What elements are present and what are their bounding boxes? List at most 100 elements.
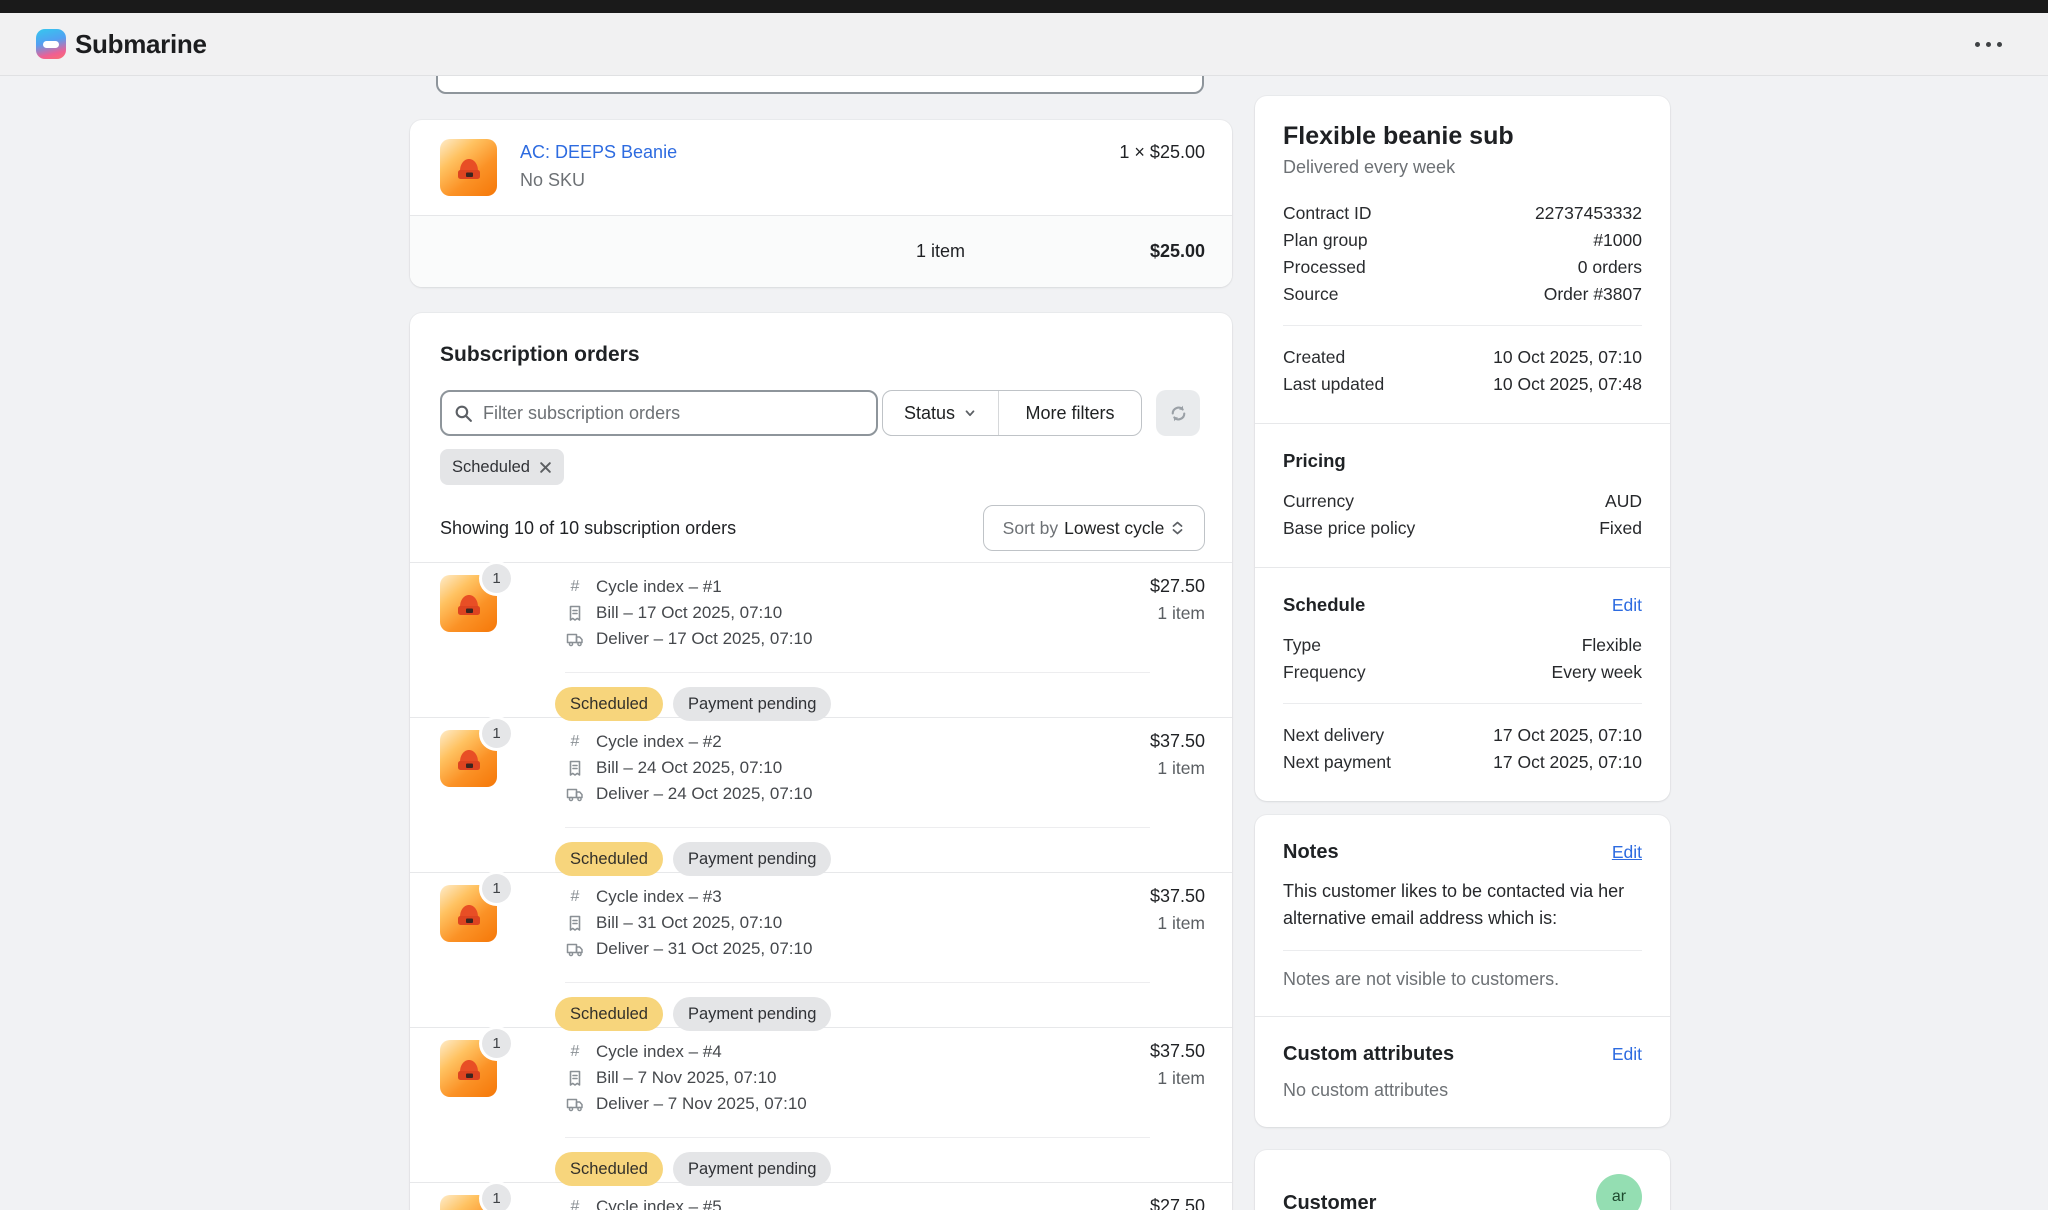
order-item-count: 1 item: [1157, 758, 1205, 779]
subscription-order-row[interactable]: 1 # Cycle index – #4 Bill – 7 Nov 2025, …: [410, 1040, 1232, 1182]
processed-value: 0 orders: [1578, 254, 1642, 280]
plan-group-label: Plan group: [1283, 227, 1368, 253]
status-filter-button[interactable]: Status: [883, 391, 999, 435]
row-subdivider: [565, 1137, 1150, 1138]
schedule-section: Schedule Edit Type Flexible Frequency Ev…: [1255, 567, 1670, 801]
subscription-order-row[interactable]: 1 # Cycle index – #1 Bill – 17 Oct 2025,…: [410, 575, 1232, 717]
overflow-menu-button[interactable]: [1965, 32, 2012, 57]
beanie-image: [450, 585, 488, 623]
beanie-image: [450, 149, 488, 187]
receipt-icon: [565, 605, 585, 622]
deliver-date-text: Deliver – 31 Oct 2025, 07:10: [596, 939, 812, 959]
frequency-label: Frequency: [1283, 659, 1366, 685]
os-top-bar: [0, 0, 2048, 13]
more-filters-button[interactable]: More filters: [999, 391, 1141, 435]
schedule-title: Schedule: [1283, 594, 1365, 616]
contract-id-label: Contract ID: [1283, 200, 1372, 226]
order-price: $27.50: [1150, 576, 1205, 597]
filter-search-field[interactable]: [440, 390, 878, 436]
next-delivery-row: Next delivery 17 Oct 2025, 07:10: [1283, 722, 1642, 748]
bill-date-line: Bill – 17 Oct 2025, 07:10: [565, 601, 782, 625]
filter-search-input[interactable]: [483, 403, 864, 424]
chevron-down-icon: [963, 406, 977, 420]
refresh-button[interactable]: [1156, 390, 1200, 436]
line-item-card: AC: DEEPS Beanie No SKU 1 × $25.00 1 ite…: [410, 120, 1232, 287]
app-header: Submarine: [0, 13, 2048, 76]
customer-avatar[interactable]: ar: [1596, 1174, 1642, 1210]
product-sku: No SKU: [520, 170, 585, 191]
contract-id-row: Contract ID 22737453332: [1283, 200, 1642, 226]
plan-group-link[interactable]: #1000: [1593, 227, 1642, 253]
deliver-date-line: Deliver – 31 Oct 2025, 07:10: [565, 937, 812, 961]
hash-icon: #: [565, 1198, 585, 1210]
subscription-order-row[interactable]: 1 # Cycle index – #2 Bill – 24 Oct 2025,…: [410, 730, 1232, 872]
active-filter-tag[interactable]: Scheduled: [440, 449, 564, 485]
next-delivery-label: Next delivery: [1283, 722, 1384, 748]
schedule-edit-link[interactable]: Edit: [1612, 595, 1642, 616]
cycle-index-text: Cycle index – #1: [596, 577, 722, 597]
notes-edit-link[interactable]: Edit: [1612, 842, 1642, 863]
contract-id-value: 22737453332: [1535, 200, 1642, 226]
line-item-row: AC: DEEPS Beanie No SKU 1 × $25.00: [410, 120, 1232, 215]
order-price: $37.50: [1150, 731, 1205, 752]
sort-updown-icon: [1170, 520, 1185, 536]
sort-select[interactable]: Sort by Lowest cycle: [983, 505, 1205, 551]
pricing-title: Pricing: [1283, 450, 1346, 472]
cycle-index-line: # Cycle index – #3: [565, 885, 722, 909]
base-price-label: Base price policy: [1283, 515, 1415, 541]
close-icon: [539, 461, 552, 474]
bill-date-text: Bill – 31 Oct 2025, 07:10: [596, 913, 782, 933]
bill-date-line: Bill – 24 Oct 2025, 07:10: [565, 756, 782, 780]
line-item-summary: 1 item $25.00: [410, 215, 1232, 287]
custom-attributes-edit-link[interactable]: Edit: [1612, 1044, 1642, 1065]
source-label: Source: [1283, 281, 1338, 307]
receipt-icon: [565, 915, 585, 932]
subscription-order-row[interactable]: 1 # Cycle index – #3 Bill – 31 Oct 2025,…: [410, 885, 1232, 1027]
frequency-row: Frequency Every week: [1283, 659, 1642, 685]
order-item-count: 1 item: [1157, 1068, 1205, 1089]
hash-icon: #: [565, 1043, 585, 1061]
type-label: Type: [1283, 632, 1321, 658]
notes-card: Notes Edit This customer likes to be con…: [1255, 815, 1670, 1127]
orders-card-title: Subscription orders: [440, 343, 640, 367]
sort-value: Lowest cycle: [1064, 518, 1164, 539]
updated-label: Last updated: [1283, 371, 1384, 397]
customer-card: Customer ar: [1255, 1150, 1670, 1210]
beanie-image: [450, 1205, 488, 1210]
updated-value: 10 Oct 2025, 07:48: [1493, 371, 1642, 397]
truck-icon: [565, 1097, 585, 1112]
row-subdivider: [565, 982, 1150, 983]
sort-prefix: Sort by: [1003, 518, 1058, 539]
order-price: $37.50: [1150, 1041, 1205, 1062]
note-text: This customer likes to be contacted via …: [1283, 878, 1642, 932]
payment-status-badge: Payment pending: [673, 842, 831, 876]
subscription-order-row[interactable]: 1 # Cycle index – #5 $27.50: [410, 1195, 1232, 1210]
source-order-link[interactable]: Order #3807: [1544, 281, 1642, 307]
quantity-badge: 1: [482, 1029, 511, 1058]
created-label: Created: [1283, 344, 1345, 370]
plan-group-row: Plan group #1000: [1283, 227, 1642, 253]
source-row: Source Order #3807: [1283, 281, 1642, 307]
currency-row: Currency AUD: [1283, 488, 1642, 514]
payment-status-badge: Payment pending: [673, 997, 831, 1031]
currency-label: Currency: [1283, 488, 1354, 514]
status-badge: Scheduled: [555, 1152, 663, 1186]
processed-row: Processed 0 orders: [1283, 254, 1642, 280]
deliver-date-text: Deliver – 24 Oct 2025, 07:10: [596, 784, 812, 804]
order-price: $37.50: [1150, 886, 1205, 907]
summary-item-count: 1 item: [916, 241, 965, 262]
next-payment-label: Next payment: [1283, 749, 1391, 775]
beanie-image: [450, 740, 488, 778]
deliver-date-line: Deliver – 24 Oct 2025, 07:10: [565, 782, 812, 806]
ellipsis-icon: [1997, 42, 2002, 47]
base-price-value: Fixed: [1599, 515, 1642, 541]
cycle-index-line: # Cycle index – #4: [565, 1040, 722, 1064]
remove-filter-button[interactable]: [539, 461, 552, 474]
cycle-index-text: Cycle index – #2: [596, 732, 722, 752]
deliver-date-text: Deliver – 17 Oct 2025, 07:10: [596, 629, 812, 649]
product-title-link[interactable]: AC: DEEPS Beanie: [520, 142, 677, 163]
notes-visibility-text: Notes are not visible to customers.: [1283, 969, 1642, 990]
custom-attributes-section: Custom attributes Edit No custom attribu…: [1255, 1016, 1670, 1127]
submarine-logo-icon: [36, 29, 66, 59]
frequency-value: Every week: [1552, 659, 1642, 685]
